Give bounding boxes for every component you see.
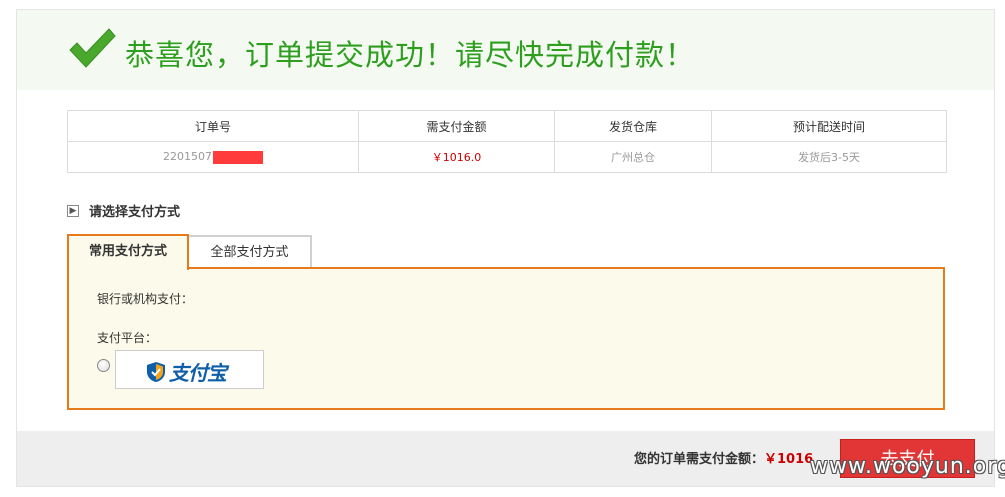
amount-due-value: ￥1016 xyxy=(764,452,814,467)
payment-panel: 银行或机构支付： 支付平台： 支付宝 xyxy=(67,267,945,410)
payment-method-heading: ▶ 请选择支付方式 xyxy=(67,201,180,220)
platform-section-label: 支付平台： xyxy=(97,331,158,345)
checkmark-icon xyxy=(69,28,116,68)
order-number: 2201507 xyxy=(163,150,212,164)
alipay-logo: 支付宝 xyxy=(146,357,227,386)
order-success-page: 恭喜您，订单提交成功！请尽快完成付款！ 订单号 需支付金额 发货仓库 预计配送时… xyxy=(16,9,995,487)
table-header-row: 订单号 需支付金额 发货仓库 预计配送时间 xyxy=(67,110,947,142)
amount-due: 您的订单需支付金额：￥1016 xyxy=(634,448,813,467)
header-amount: 需支付金额 xyxy=(358,110,555,142)
delivery-cell: 发货后3-5天 xyxy=(711,141,947,173)
success-title: 恭喜您，订单提交成功！请尽快完成付款！ xyxy=(125,38,696,72)
bank-section-label: 银行或机构支付： xyxy=(97,292,194,306)
tab-common-payment[interactable]: 常用支付方式 xyxy=(67,234,189,270)
success-banner: 恭喜您，订单提交成功！请尽快完成付款！ xyxy=(17,10,994,90)
order-summary-table: 订单号 需支付金额 发货仓库 预计配送时间 2201507 ￥1016.0 广州… xyxy=(67,110,947,173)
alipay-option[interactable]: 支付宝 xyxy=(115,350,264,389)
table-row: 2201507 ￥1016.0 广州总仓 发货后3-5天 xyxy=(67,141,947,173)
payment-heading-label: 请选择支付方式 xyxy=(89,205,181,220)
watermark-text: www.wooyun.org xyxy=(810,454,1005,479)
amount-due-label: 您的订单需支付金额： xyxy=(634,452,765,467)
header-delivery: 预计配送时间 xyxy=(711,110,947,142)
amount-cell: ￥1016.0 xyxy=(358,141,555,173)
alipay-shield-icon xyxy=(147,361,165,382)
header-warehouse: 发货仓库 xyxy=(554,110,712,142)
redaction-block xyxy=(213,150,263,164)
alipay-text: 支付宝 xyxy=(169,361,227,385)
tab-all-payment[interactable]: 全部支付方式 xyxy=(189,235,312,268)
header-order-no: 订单号 xyxy=(67,110,359,142)
arrow-right-icon: ▶ xyxy=(67,204,79,217)
alipay-radio[interactable] xyxy=(97,359,110,372)
warehouse-cell: 广州总仓 xyxy=(554,141,712,173)
order-number-cell: 2201507 xyxy=(67,141,359,173)
